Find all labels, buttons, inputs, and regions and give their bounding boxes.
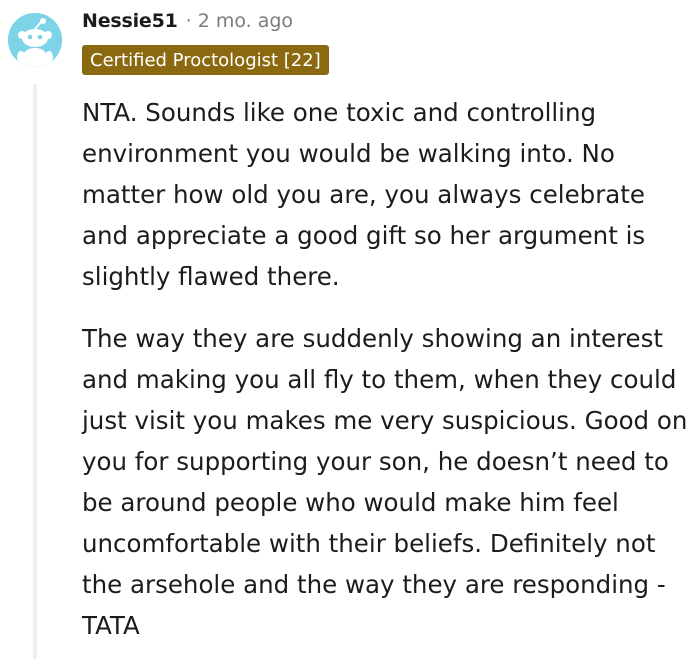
comment: Nessie51 · 2 mo. ago Certified Proctolog…: [0, 0, 700, 659]
username-link[interactable]: Nessie51: [82, 10, 178, 32]
timestamp-link[interactable]: 2 mo. ago: [198, 10, 293, 32]
comment-header: Nessie51 · 2 mo. ago: [82, 4, 293, 38]
comment-paragraph: The way they are suddenly showing an int…: [82, 324, 688, 640]
thread-collapse-line[interactable]: [33, 84, 37, 659]
meta-separator: ·: [185, 10, 192, 32]
avatar[interactable]: [8, 13, 62, 67]
user-flair-badge: Certified Proctologist [22]: [82, 45, 329, 75]
reddit-snoo-avatar-icon: [8, 13, 62, 67]
comment-paragraph: NTA. Sounds like one toxic and controlli…: [82, 98, 646, 291]
comment-body: NTA. Sounds like one toxic and controlli…: [82, 92, 688, 659]
